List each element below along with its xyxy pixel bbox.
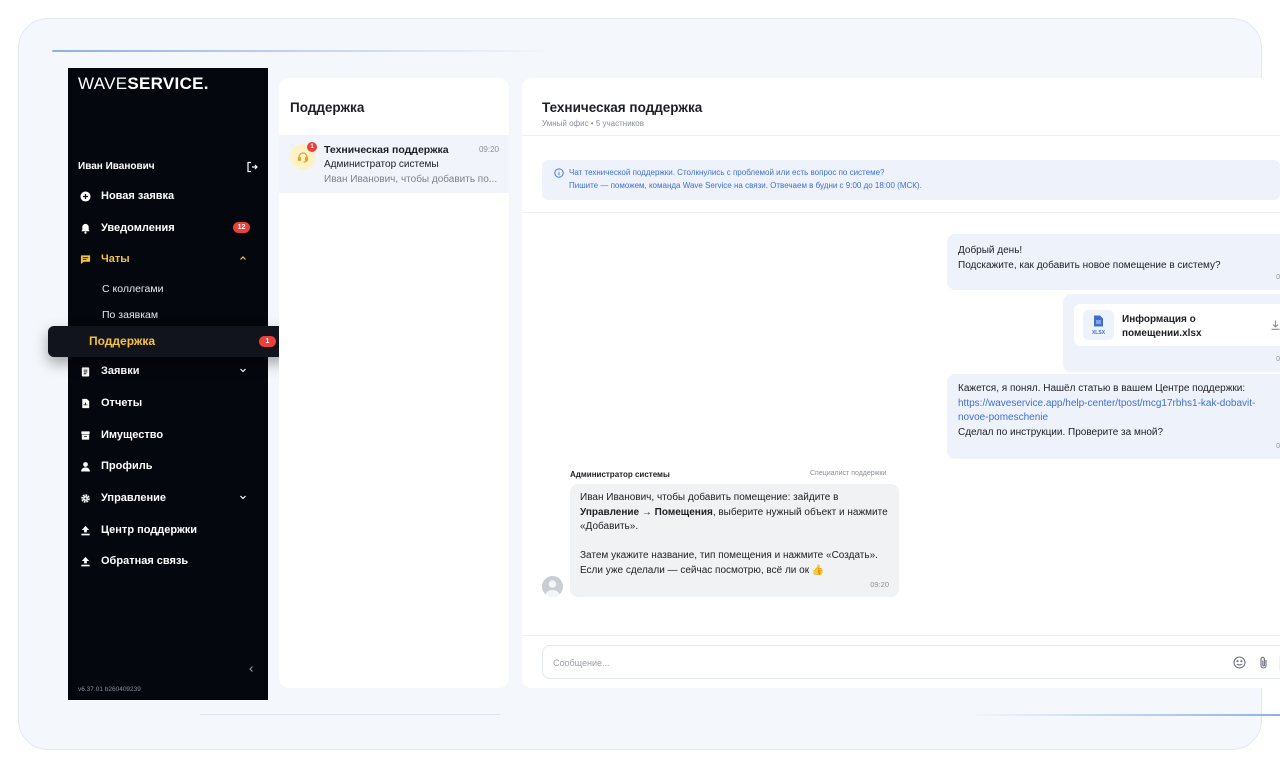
sidebar-item-label: Заявки	[101, 365, 140, 377]
message-text: Подскажите, как добавить новое помещение…	[958, 260, 1221, 271]
avatar	[542, 576, 563, 597]
chat-list-panel: Поддержка 1 Техническая поддержка 09:20 …	[279, 78, 509, 688]
sidebar-item-management[interactable]: Управление	[78, 487, 258, 509]
file-attachment[interactable]: XLSX Информация о помещении.xlsx	[1074, 304, 1280, 346]
sidebar-subitem-label: Поддержка	[89, 334, 156, 348]
sidebar-item-label: Профиль	[101, 460, 153, 472]
sidebar-item-label: Имущество	[101, 429, 164, 441]
divider	[522, 135, 1280, 136]
menu-path: Управление → Помещения	[580, 506, 713, 518]
message-input-box	[542, 645, 1280, 679]
bell-icon	[78, 221, 92, 235]
report-icon	[78, 396, 92, 410]
unread-badge: 1	[307, 142, 317, 152]
chat-title: Техническая поддержка	[542, 100, 703, 115]
paperclip-icon[interactable]	[1258, 656, 1269, 669]
chevron-down-icon	[240, 368, 246, 373]
sender-role: Специалист поддержки	[810, 470, 887, 477]
sidebar-item-label: Отчеты	[101, 397, 143, 409]
chat-list-item[interactable]: 1 Техническая поддержка 09:20 Администра…	[279, 135, 509, 193]
logout-icon[interactable]	[246, 161, 258, 173]
sidebar-item-help-center[interactable]: Центр поддержки	[78, 519, 258, 541]
sidebar-item-label: Уведомления	[101, 222, 175, 234]
decorative-line	[970, 714, 1280, 716]
message-input[interactable]	[553, 655, 1153, 671]
notification-badge: 12	[233, 222, 250, 233]
notice-line: Чат технической поддержки. Столкнулись с…	[569, 168, 885, 177]
decorative-line	[200, 714, 500, 715]
user-name: Иван Иванович	[78, 161, 155, 172]
sidebar-item-feedback[interactable]: Обратная связь	[78, 550, 258, 572]
notice-line: Пишите — поможем, команда Wave Service н…	[569, 181, 922, 190]
sidebar-subitem-support[interactable]: Поддержка 1	[48, 326, 287, 357]
message-text: Добрый день!	[958, 245, 1023, 256]
chat-list-title: Поддержка	[290, 100, 365, 115]
upload-icon	[78, 554, 92, 568]
file-extension: XLSX	[1091, 330, 1106, 336]
chat-subtitle: Умный офис • 5 участников	[542, 119, 644, 128]
chat-participant: Администратор системы	[324, 159, 439, 170]
chat-name: Техническая поддержка	[324, 144, 449, 156]
gear-icon	[78, 491, 92, 505]
support-unread-badge: 1	[259, 336, 276, 347]
sidebar-item-label: Новая заявка	[101, 190, 175, 202]
clipboard-icon	[78, 364, 92, 378]
message-text: Кажется, я понял. Нашёл статью в вашем Ц…	[958, 383, 1246, 394]
logo[interactable]: WAVESERVICE.	[78, 74, 209, 94]
file-name: Информация о помещении.xlsx	[1122, 314, 1202, 339]
info-icon	[554, 168, 564, 178]
sidebar-item-chats[interactable]: Чаты	[78, 248, 258, 270]
decorative-line	[52, 50, 552, 52]
message-time: 0	[1276, 443, 1280, 450]
sidebar-item-requests[interactable]: Заявки	[78, 360, 258, 382]
sidebar-item-reports[interactable]: Отчеты	[78, 392, 258, 414]
user-row: Иван Иванович	[78, 161, 258, 177]
headset-icon	[297, 152, 309, 163]
sender-name: Администратор системы	[570, 470, 670, 479]
sidebar-item-new-request[interactable]: Новая заявка	[78, 185, 258, 207]
divider	[522, 635, 1280, 636]
collapse-sidebar-icon[interactable]	[246, 664, 256, 674]
sidebar-subitem-colleagues[interactable]: С коллегами	[102, 283, 163, 295]
archive-icon	[78, 428, 92, 442]
sidebar-item-profile[interactable]: Профиль	[78, 455, 258, 477]
message-text: Затем укажите название, тип помещения и …	[580, 550, 878, 576]
version-label: v6.37.01 b260409239	[78, 686, 141, 693]
chat-avatar: 1	[290, 142, 317, 170]
sidebar-item-property[interactable]: Имущество	[78, 424, 258, 446]
sidebar-item-label: Центр поддержки	[101, 524, 198, 536]
chat-panel: Техническая поддержка Умный офис • 5 уча…	[522, 78, 1280, 688]
message-time: 0	[1276, 274, 1280, 281]
info-notice: Чат технической поддержки. Столкнулись с…	[542, 160, 1280, 200]
chat-preview: Иван Иванович, чтобы добавить по...	[324, 174, 498, 185]
sidebar-subitem-requests[interactable]: По заявкам	[102, 309, 158, 321]
sidebar: WAVESERVICE. Иван Иванович Новая заявка …	[68, 68, 268, 700]
message-time: 0	[1276, 356, 1280, 363]
sidebar-item-label: Управление	[101, 492, 167, 504]
outgoing-message: Добрый день! Подскажите, как добавить но…	[947, 234, 1280, 290]
outgoing-file-message: XLSX Информация о помещении.xlsx 0	[1063, 294, 1280, 372]
plus-circle-icon	[78, 189, 92, 203]
sidebar-item-notifications[interactable]: Уведомления 12	[78, 217, 258, 239]
chevron-up-icon	[240, 256, 246, 260]
sidebar-item-label: Обратная связь	[101, 555, 189, 567]
download-icon[interactable]	[1271, 320, 1280, 330]
user-icon	[78, 459, 92, 473]
emoji-icon[interactable]	[1233, 656, 1246, 669]
upload-icon	[78, 523, 92, 537]
message-text: Сделал по инструкции. Проверите за мной?	[958, 426, 1164, 438]
file-icon: XLSX	[1083, 310, 1114, 340]
chevron-down-icon	[240, 495, 246, 500]
chat-icon	[78, 252, 92, 266]
incoming-message: Иван Иванович, чтобы добавить помещение:…	[570, 484, 899, 597]
sidebar-item-label: Чаты	[101, 253, 130, 265]
outgoing-message: Кажется, я понял. Нашёл статью в вашем Ц…	[947, 374, 1280, 459]
help-center-link[interactable]: https://waveservice.app/help-center/tpos…	[958, 398, 1255, 424]
chat-time: 09:20	[478, 145, 499, 154]
message-time: 09:20	[870, 580, 889, 589]
divider	[522, 212, 1280, 213]
